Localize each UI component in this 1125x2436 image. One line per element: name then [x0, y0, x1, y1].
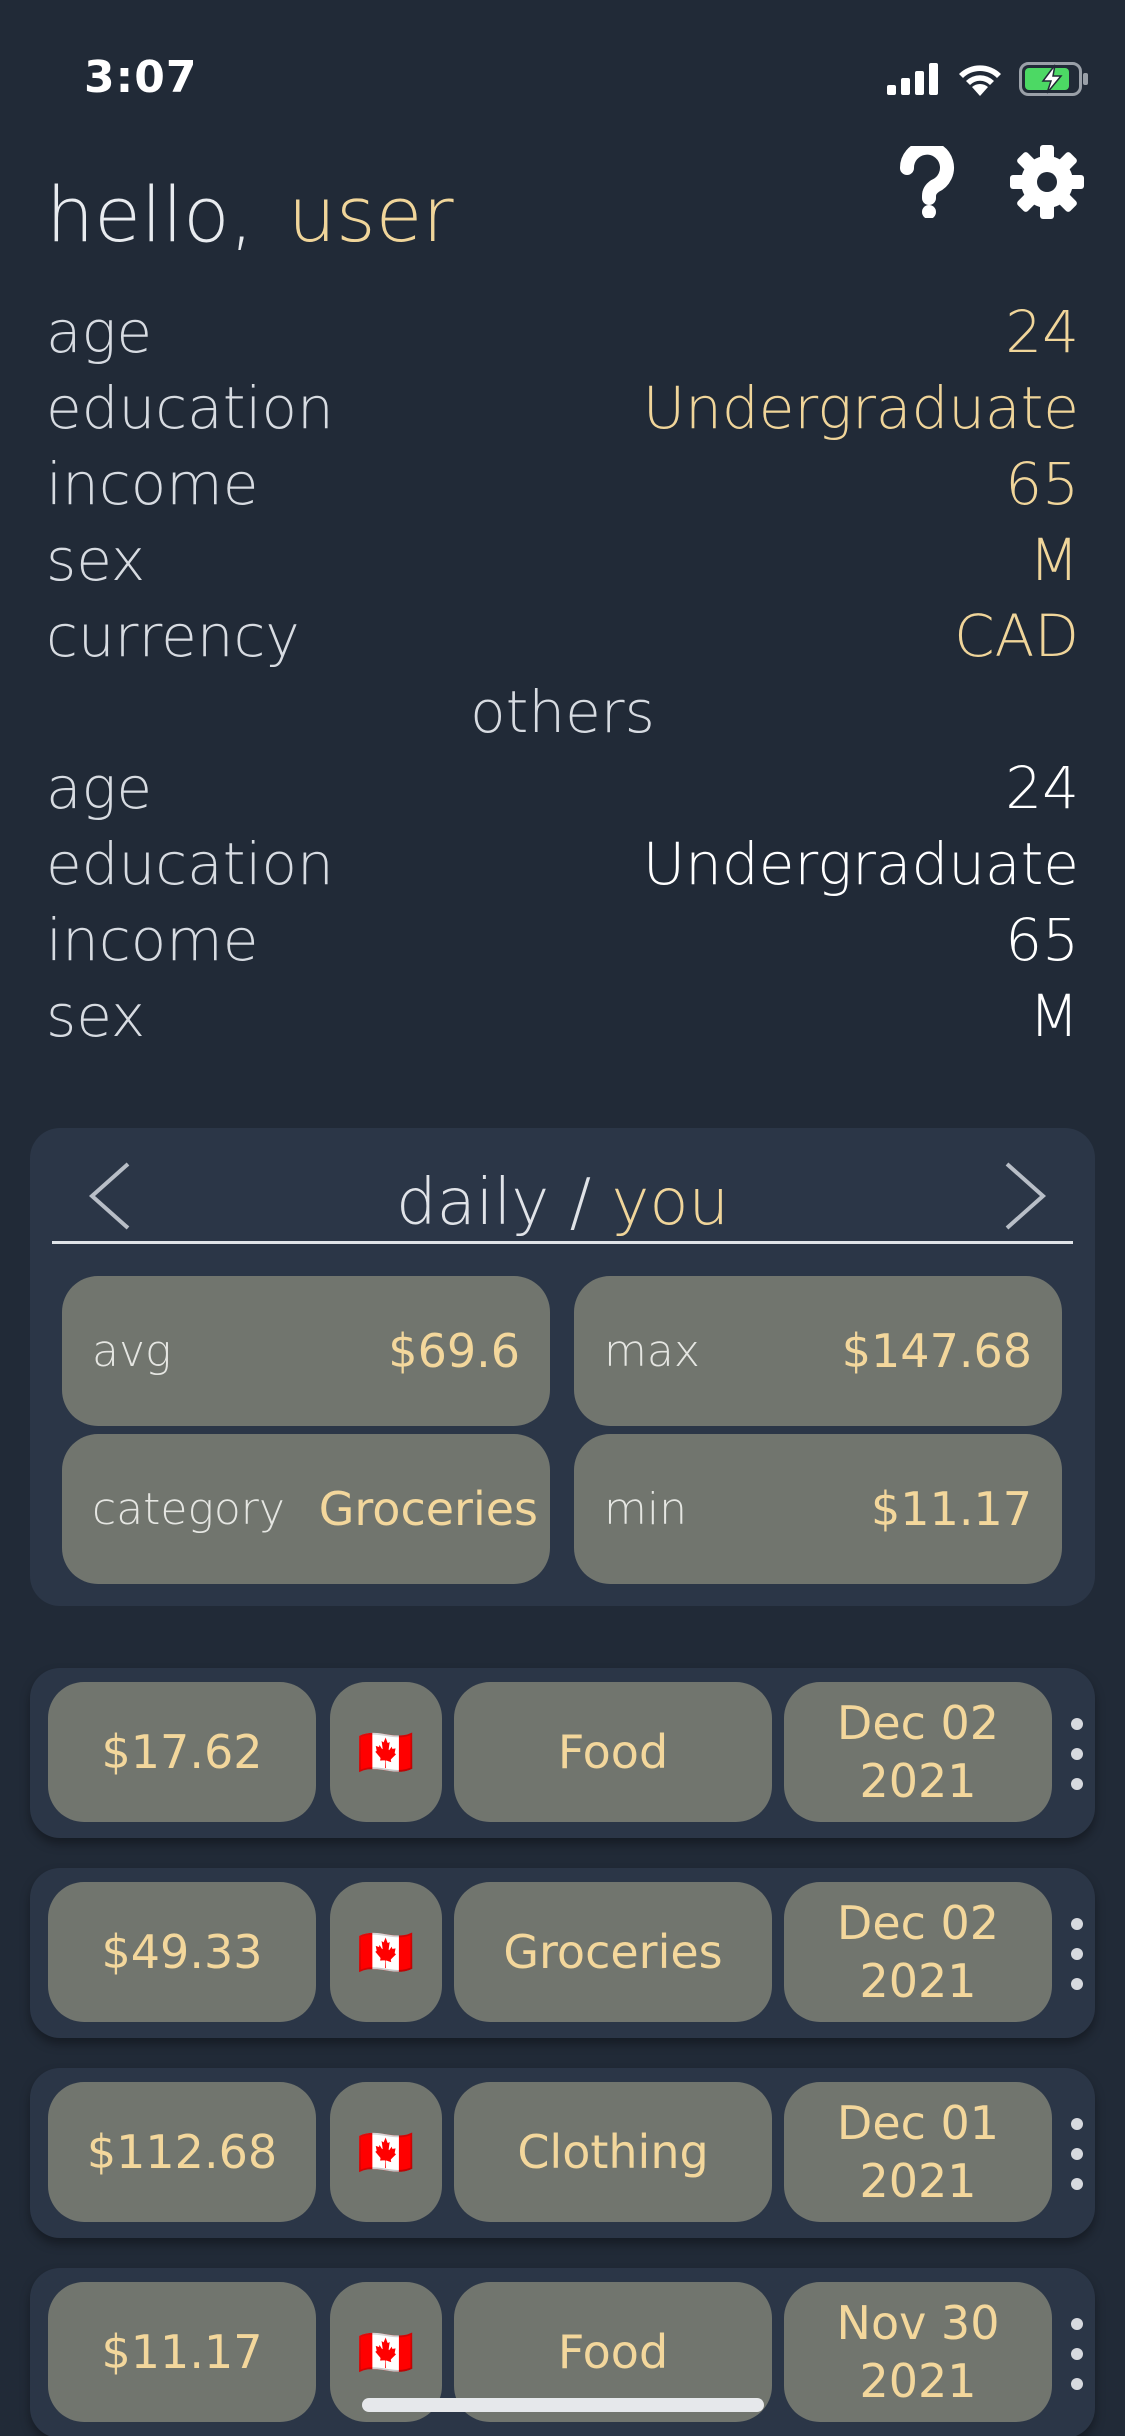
next-period-button[interactable]: [985, 1156, 1065, 1236]
transaction-date-day: Dec 02: [836, 1696, 1000, 1750]
others-value: M: [1028, 982, 1079, 1050]
header-actions: [889, 144, 1085, 220]
others-label: income: [46, 906, 259, 974]
stat-value: $11.17: [871, 1482, 1032, 1536]
more-vertical-icon[interactable]: [1065, 2118, 1089, 2190]
transaction-date-day: Dec 02: [836, 1896, 1000, 1950]
transaction-date-day: Dec 01: [836, 2096, 1000, 2150]
transaction-date-year: 2021: [859, 1954, 977, 2008]
stats-scope: you: [611, 1166, 730, 1240]
profile-label: age: [46, 298, 153, 366]
stats-title: daily / you: [52, 1166, 1073, 1240]
stat-avg: avg $69.6: [62, 1276, 550, 1426]
more-vertical-icon[interactable]: [1065, 2318, 1089, 2390]
transaction-row[interactable]: $17.62 🇨🇦 Food Dec 02 2021: [30, 1668, 1095, 1838]
stat-label: category: [92, 1483, 285, 1535]
stats-separator: /: [549, 1166, 612, 1240]
profile-row-income: income 65: [46, 446, 1079, 522]
transaction-date: Dec 01 2021: [784, 2082, 1052, 2222]
profile-label: currency: [46, 602, 300, 670]
status-bar: 3:07: [0, 0, 1125, 140]
currency-flag-icon: 🇨🇦: [330, 1682, 442, 1822]
transaction-category: Groceries: [454, 1882, 772, 2022]
profile-value: Undergraduate: [642, 374, 1079, 442]
transaction-amount: $17.62: [48, 1682, 316, 1822]
chevron-right-icon: [1005, 1162, 1047, 1230]
stat-value: Groceries: [318, 1482, 538, 1536]
profile-value: CAD: [954, 602, 1079, 670]
others-row-sex: sex M: [46, 978, 1079, 1054]
profile-label: income: [46, 450, 259, 518]
profile-row-education: education Undergraduate: [46, 370, 1079, 446]
profile-row-currency: currency CAD: [46, 598, 1079, 674]
profile-row-age: age 24: [46, 294, 1079, 370]
others-label: age: [46, 754, 153, 822]
profile-row-sex: sex M: [46, 522, 1079, 598]
transaction-date: Nov 30 2021: [784, 2282, 1052, 2422]
transaction-amount: $11.17: [48, 2282, 316, 2422]
profile-value: 24: [1005, 298, 1079, 366]
transaction-category: Clothing: [454, 2082, 772, 2222]
stat-category: category Groceries: [62, 1434, 550, 1584]
help-icon: [899, 146, 954, 218]
transaction-row[interactable]: $49.33 🇨🇦 Groceries Dec 02 2021: [30, 1868, 1095, 2038]
transaction-date: Dec 02 2021: [784, 1882, 1052, 2022]
more-vertical-icon[interactable]: [1065, 1918, 1089, 1990]
status-time: 3:07: [84, 52, 198, 103]
transaction-date: Dec 02 2021: [784, 1682, 1052, 1822]
stat-label: avg: [92, 1325, 172, 1377]
help-button[interactable]: [889, 144, 965, 220]
currency-flag-icon: 🇨🇦: [330, 1882, 442, 2022]
profile-value: M: [1028, 526, 1079, 594]
battery-charging-icon: [1019, 62, 1088, 96]
transaction-date-year: 2021: [859, 1754, 977, 1808]
transaction-date-year: 2021: [859, 2154, 977, 2208]
transaction-amount: $112.68: [48, 2082, 316, 2222]
currency-flag-icon: 🇨🇦: [330, 2082, 442, 2222]
stat-value: $147.68: [841, 1324, 1032, 1378]
others-label: sex: [46, 982, 146, 1050]
others-profile: others age 24 education Undergraduate in…: [46, 674, 1079, 1054]
others-value: 24: [1005, 754, 1079, 822]
stats-period: daily: [395, 1166, 550, 1240]
transaction-date-year: 2021: [859, 2354, 977, 2408]
stat-label: max: [604, 1325, 700, 1377]
others-value: Undergraduate: [642, 830, 1079, 898]
status-icons: [887, 62, 1089, 96]
stat-value: $69.6: [388, 1324, 520, 1378]
greeting-username: user: [287, 170, 454, 259]
profile-label: sex: [46, 526, 146, 594]
wifi-icon: [959, 65, 1001, 96]
others-row-income: income 65: [46, 902, 1079, 978]
others-title: others: [470, 678, 655, 746]
user-profile: age 24 education Undergraduate income 65…: [46, 294, 1079, 674]
greeting: hello, user: [46, 170, 454, 259]
stat-min: min $11.17: [574, 1434, 1062, 1584]
stats-header: daily / you: [52, 1148, 1073, 1244]
transaction-row[interactable]: $112.68 🇨🇦 Clothing Dec 01 2021: [30, 2068, 1095, 2238]
transaction-date-day: Nov 30: [836, 2296, 1000, 2350]
home-indicator[interactable]: [362, 2398, 764, 2412]
others-row-education: education Undergraduate: [46, 826, 1079, 902]
more-vertical-icon[interactable]: [1065, 1718, 1089, 1790]
greeting-hello: hello,: [46, 170, 254, 259]
stat-label: min: [604, 1483, 687, 1535]
transaction-amount: $49.33: [48, 1882, 316, 2022]
stats-card: daily / you avg $69.6 max $147.68 catego…: [30, 1128, 1095, 1606]
stat-max: max $147.68: [574, 1276, 1062, 1426]
transaction-category: Food: [454, 1682, 772, 1822]
signal-icon: [887, 63, 938, 95]
settings-button[interactable]: [1009, 144, 1085, 220]
profile-label: education: [46, 374, 334, 442]
others-value: 65: [1005, 906, 1079, 974]
others-row-age: age 24: [46, 750, 1079, 826]
gear-icon: [1010, 145, 1084, 219]
profile-value: 65: [1005, 450, 1079, 518]
others-label: education: [46, 830, 334, 898]
